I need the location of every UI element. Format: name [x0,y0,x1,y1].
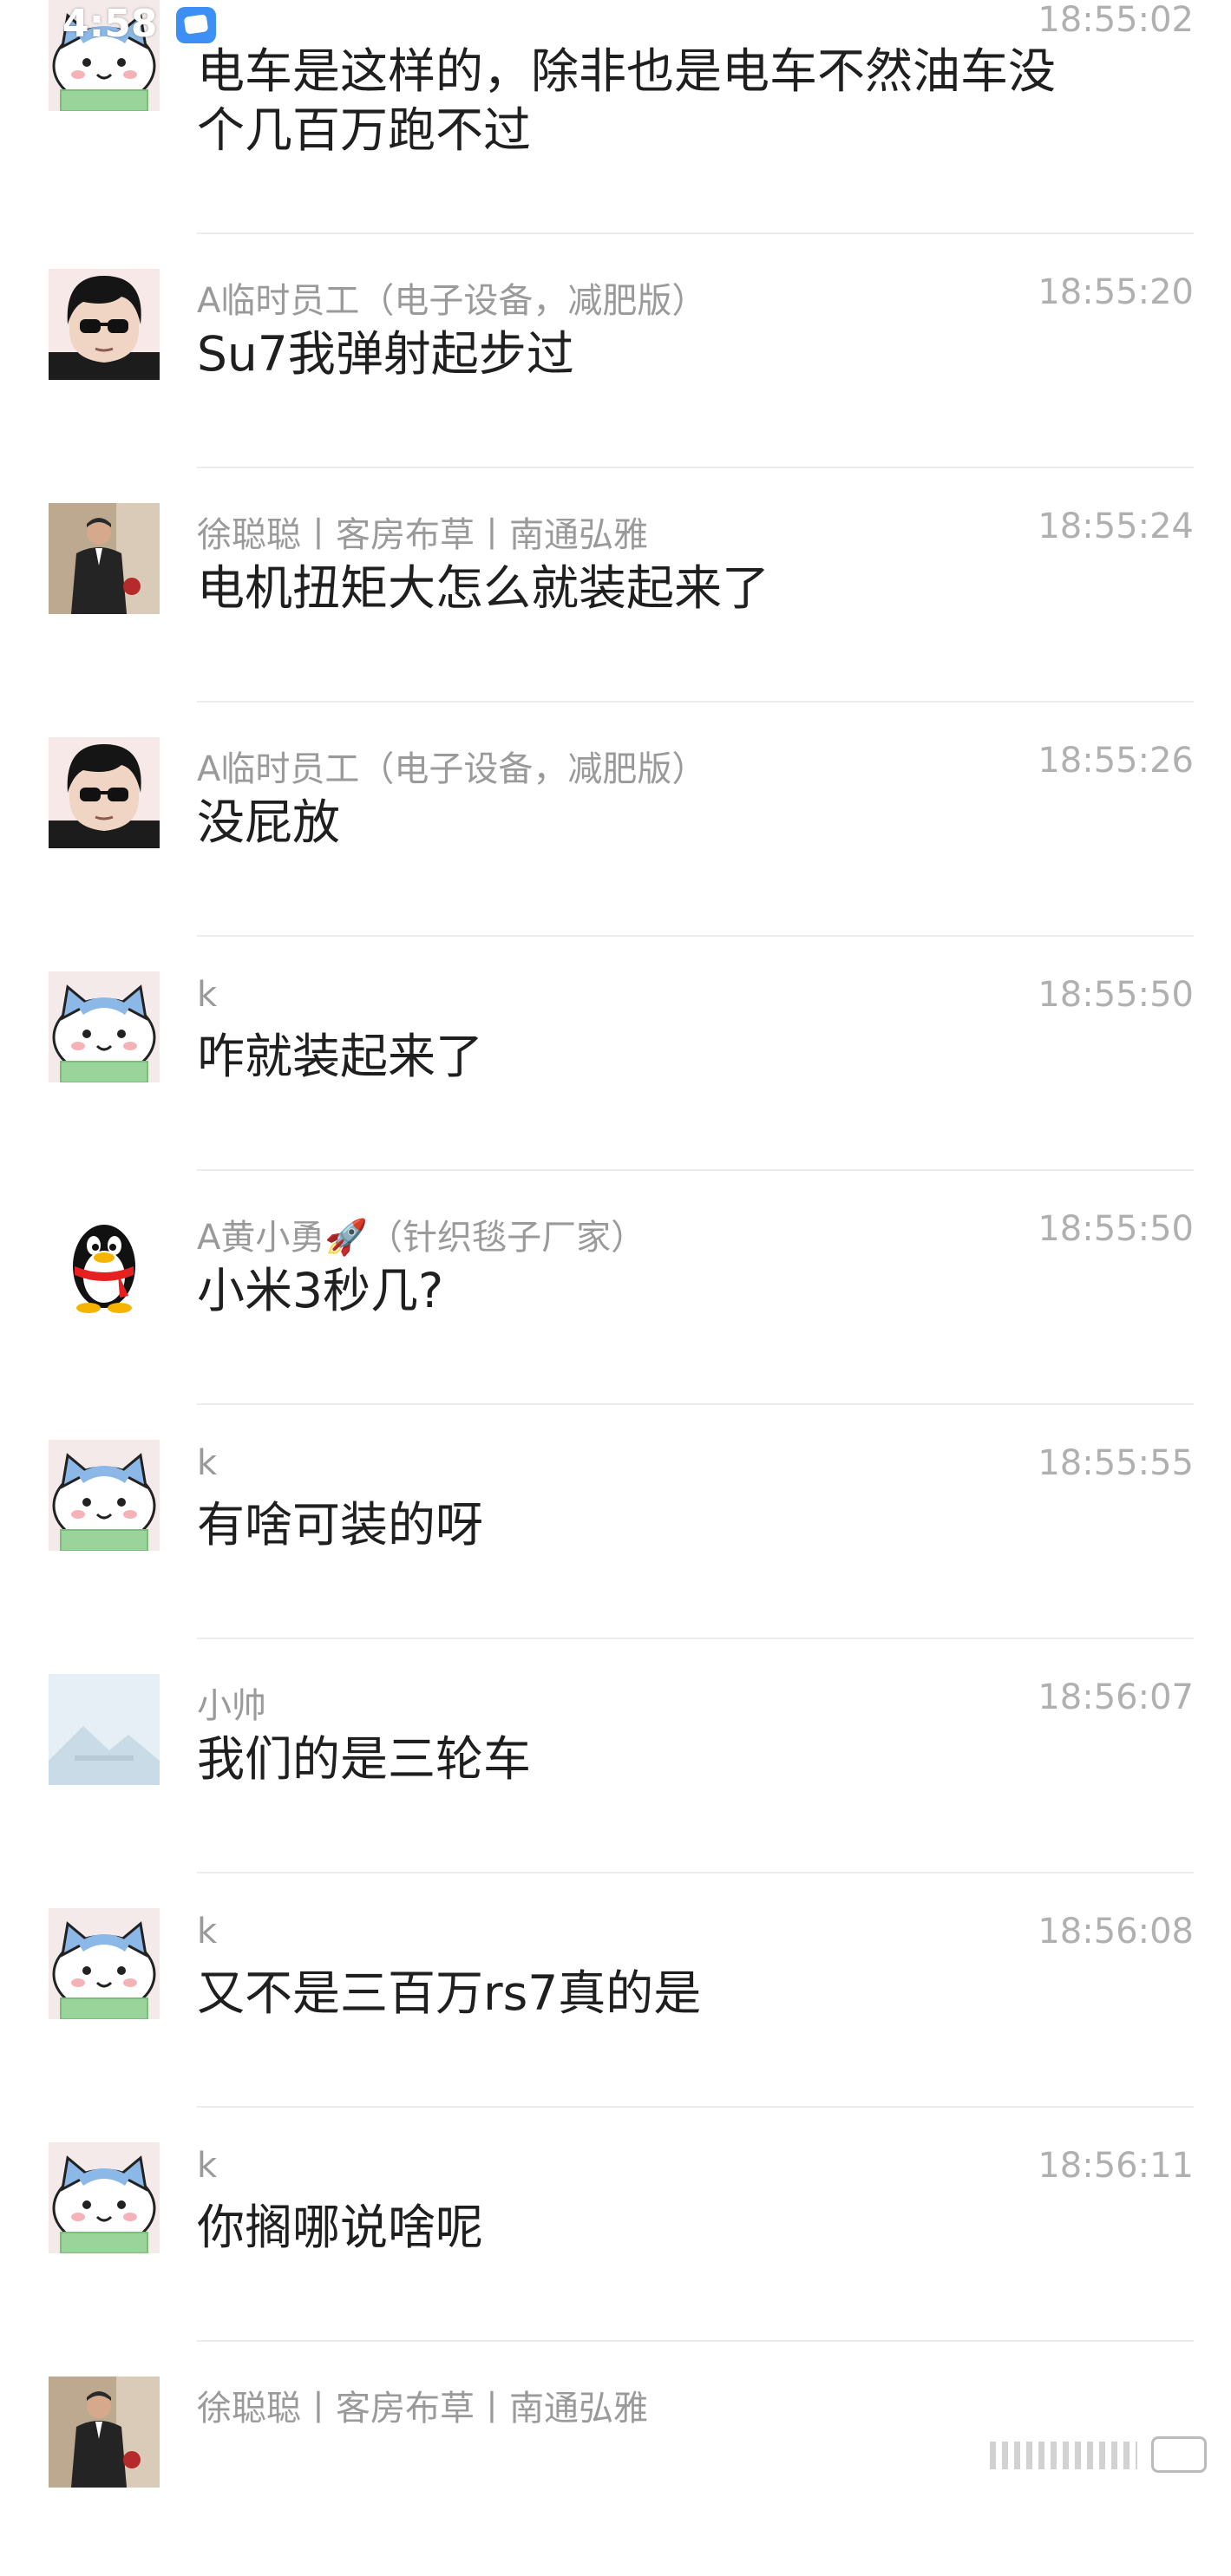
cat-avatar[interactable] [49,2142,160,2253]
message-time: 18:55:20 [1038,272,1194,312]
message-time: 18:55:50 [1038,975,1194,1015]
message-text: 个几百万跑不过 [197,102,532,158]
message-text: 你搁哪说啥呢 [197,2200,484,2255]
chat-message[interactable]: k 18:56:11 你搁哪说啥呢 [0,2108,1231,2342]
sunglasses-avatar[interactable] [49,269,160,380]
message-time: 18:56:11 [1038,2146,1194,2186]
sunglasses-avatar[interactable] [49,737,160,848]
message-text: 有啥可装的呀 [197,1497,484,1553]
message-text: 我们的是三轮车 [197,1731,532,1787]
penguin-avatar[interactable] [49,1206,160,1317]
message-time: 18:55:24 [1038,507,1194,546]
watermark-logo [990,2435,1207,2476]
message-time: 18:56:07 [1038,1677,1194,1717]
sender-name: A临时员工（电子设备，减肥版） [197,281,707,321]
chat-message[interactable]: 小帅 18:56:07 我们的是三轮车 [0,1639,1231,1873]
chat-message[interactable]: k 18:55:55 有啥可装的呀 [0,1405,1231,1639]
cat-avatar[interactable] [49,1440,160,1551]
chat-message[interactable]: A临时员工（电子设备，减肥版） 18:55:26 没屁放 [0,703,1231,937]
cat-avatar[interactable] [49,1908,160,2019]
message-text: 电机扭矩大怎么就装起来了 [197,560,770,616]
message-time: 18:55:50 [1038,1209,1194,1249]
sender-name: k [197,1912,218,1952]
chat-message[interactable]: k 18:56:08 又不是三百万rs7真的是 [0,1873,1231,2108]
message-time: 18:56:08 [1038,1912,1194,1952]
sender-name: k [197,1443,218,1483]
photo-person-avatar[interactable] [49,2377,160,2488]
message-text: 又不是三百万rs7真的是 [197,1965,702,2021]
message-time: 18:55:26 [1038,741,1194,781]
message-text: 咋就装起来了 [197,1029,484,1084]
chat-message[interactable]: A黄小勇🚀（针织毯子厂家） 18:55:50 小米3秒几? [0,1171,1231,1405]
chat-message[interactable]: 徐聪聪丨客房布草丨南通弘雅 18:55:24 电机扭矩大怎么就装起来了 [0,468,1231,703]
sender-name: 徐聪聪丨客房布草丨南通弘雅 [197,515,648,555]
status-bar: 4:58 [0,0,1231,52]
status-time: 4:58 [62,2,158,46]
sender-name: 小帅 [197,1686,266,1726]
message-text: 小米3秒几? [197,1263,444,1318]
sender-name: 徐聪聪丨客房布草丨南通弘雅 [197,2389,648,2429]
photo-person-avatar[interactable] [49,503,160,614]
sender-name: A临时员工（电子设备，减肥版） [197,749,707,789]
message-text: Su7我弹射起步过 [197,326,574,382]
sender-name: k [197,975,218,1015]
chat-message[interactable]: k 18:55:50 咋就装起来了 [0,937,1231,1171]
chat-bubble-icon [176,7,216,43]
placeholder-avatar[interactable] [49,1674,160,1785]
chat-message[interactable]: A临时员工（电子设备，减肥版） 18:55:20 Su7我弹射起步过 [0,234,1231,468]
sender-name: k [197,2146,218,2186]
sender-name: A黄小勇🚀（针织毯子厂家） [197,1218,646,1258]
message-time: 18:55:55 [1038,1443,1194,1483]
cat-avatar[interactable] [49,971,160,1082]
message-text: 没屁放 [197,794,341,850]
